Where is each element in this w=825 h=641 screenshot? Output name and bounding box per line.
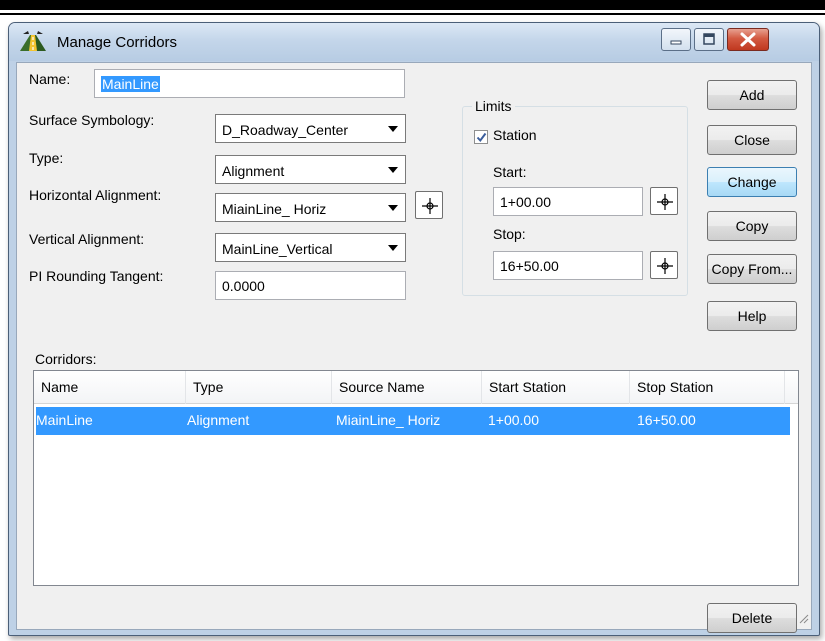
pi-rounding-tangent-label: PI Rounding Tangent:	[29, 268, 164, 284]
stop-station-pick-button[interactable]	[650, 251, 678, 279]
horizontal-alignment-label: Horizontal Alignment:	[29, 187, 162, 203]
corridors-list[interactable]: Name Type Source Name Start Station Stop…	[33, 370, 799, 586]
surface-symbology-select[interactable]: D_Roadway_Center	[215, 114, 406, 143]
help-button[interactable]: Help	[707, 301, 797, 331]
column-header-start-station[interactable]: Start Station	[482, 371, 630, 404]
close-button[interactable]: Close	[707, 125, 797, 155]
minimize-icon	[670, 40, 682, 45]
table-row[interactable]: MainLine Alignment MiainLine_ Horiz 1+00…	[36, 407, 790, 435]
dropdown-arrow-icon	[388, 167, 398, 173]
horizontal-alignment-value: MiainLine_ Horiz	[222, 201, 327, 217]
station-label: Station	[493, 127, 537, 143]
name-label: Name:	[29, 71, 71, 87]
vertical-alignment-select[interactable]: MainLine_Vertical	[215, 233, 406, 262]
corridors-list-header: Name Type Source Name Start Station Stop…	[34, 371, 798, 404]
surface-symbology-value: D_Roadway_Center	[222, 122, 349, 138]
target-pick-icon	[657, 258, 673, 274]
row-cell-source-name: MiainLine_ Horiz	[336, 412, 441, 428]
close-icon	[740, 32, 756, 47]
change-button[interactable]: Change	[707, 167, 797, 197]
limits-group-title: Limits	[472, 98, 515, 114]
column-header-source-name[interactable]: Source Name	[332, 371, 482, 404]
row-cell-name: MainLine	[36, 412, 93, 428]
copy-button[interactable]: Copy	[707, 211, 797, 241]
delete-button[interactable]: Delete	[707, 603, 797, 633]
target-pick-icon	[657, 194, 673, 210]
minimize-button[interactable]	[661, 28, 691, 51]
dialog-client-area: Name: MainLine Surface Symbology: D_Road…	[16, 62, 812, 633]
column-header-stop-station[interactable]: Stop Station	[630, 371, 785, 404]
name-input[interactable]: MainLine	[94, 69, 405, 98]
pi-rounding-tangent-input[interactable]: 0.0000	[215, 271, 406, 300]
station-checkbox[interactable]	[474, 130, 488, 144]
horizontal-alignment-select[interactable]: MiainLine_ Horiz	[215, 193, 406, 222]
resize-grip-icon[interactable]	[797, 611, 809, 627]
title-bar[interactable]: Manage Corridors	[9, 23, 819, 61]
app-icon	[20, 31, 46, 54]
vertical-alignment-label: Vertical Alignment:	[29, 231, 145, 247]
pi-rounding-tangent-value: 0.0000	[222, 278, 265, 294]
stop-station-input[interactable]: 16+50.00	[493, 251, 643, 280]
row-cell-stop-station: 16+50.00	[637, 412, 696, 428]
corridors-label: Corridors:	[35, 351, 97, 367]
dropdown-arrow-icon	[388, 245, 398, 251]
window-title: Manage Corridors	[57, 34, 178, 51]
start-station-pick-button[interactable]	[650, 187, 678, 215]
maximize-icon	[703, 33, 715, 45]
dropdown-arrow-icon	[388, 205, 398, 211]
checkmark-icon	[476, 132, 487, 143]
name-value: MainLine	[101, 76, 160, 92]
column-header-name[interactable]: Name	[34, 371, 186, 404]
horizontal-alignment-pick-button[interactable]	[415, 191, 443, 219]
start-label: Start:	[493, 164, 527, 180]
type-value: Alignment	[222, 163, 285, 179]
surface-symbology-label: Surface Symbology:	[29, 112, 155, 128]
background-rule	[0, 13, 825, 15]
type-label: Type:	[29, 150, 64, 166]
stop-label: Stop:	[493, 226, 526, 242]
row-cell-type: Alignment	[187, 412, 250, 428]
copy-from-button[interactable]: Copy From...	[707, 254, 797, 284]
type-select[interactable]: Alignment	[215, 155, 406, 184]
target-pick-icon	[422, 198, 438, 214]
start-station-value: 1+00.00	[500, 194, 551, 210]
row-cell-start-station: 1+00.00	[488, 412, 539, 428]
column-header-type[interactable]: Type	[186, 371, 332, 404]
start-station-input[interactable]: 1+00.00	[493, 187, 643, 216]
stop-station-value: 16+50.00	[500, 258, 559, 274]
add-button[interactable]: Add	[707, 80, 797, 110]
manage-corridors-dialog: Manage Corridors Name: MainLine Surface …	[8, 22, 820, 636]
maximize-button[interactable]	[694, 28, 724, 51]
close-window-button[interactable]	[727, 28, 769, 51]
background-bar	[0, 0, 825, 10]
dropdown-arrow-icon	[388, 126, 398, 132]
vertical-alignment-value: MainLine_Vertical	[222, 241, 333, 257]
